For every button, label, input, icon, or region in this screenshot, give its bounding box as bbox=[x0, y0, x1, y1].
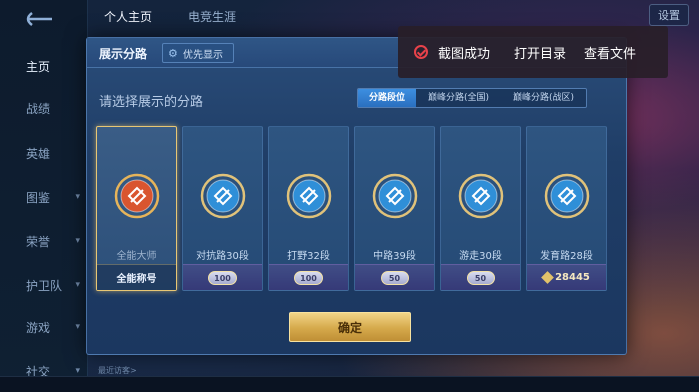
sidebar-item[interactable]: 护卫队 ▾ bbox=[0, 274, 88, 296]
rank-points-badge: 100 bbox=[294, 270, 323, 285]
lane-card-footer: 全能称号 bbox=[97, 264, 176, 290]
segment-lane-rank[interactable]: 分路段位 bbox=[358, 89, 416, 107]
sidebar-item-label: 战绩 bbox=[26, 101, 51, 116]
lane-card-footer: 100 bbox=[183, 264, 262, 290]
sidebar-item[interactable]: 荣誉 ▾ bbox=[0, 230, 88, 252]
sidebar-item-label: 英雄 bbox=[26, 146, 51, 161]
rank-points-badge: 50 bbox=[466, 270, 495, 285]
chevron-down-icon: ▾ bbox=[75, 236, 80, 246]
segment-peak-region[interactable]: 巅峰分路(战区) bbox=[501, 89, 586, 107]
lane-card-label: 打野32段 bbox=[287, 251, 330, 262]
chevron-down-icon: ▾ bbox=[75, 192, 80, 202]
lane-card-footer: 28445 bbox=[527, 264, 606, 290]
lane-cards: 全能大师 全能称号 对抗路30段 100 打野32段 100 中路39段 50 游走30段 50 发… bbox=[96, 126, 607, 291]
title-label: 全能称号 bbox=[116, 274, 157, 285]
sidebar-item-label: 图鉴 bbox=[26, 190, 51, 205]
lane-card-label: 游走30段 bbox=[459, 251, 502, 262]
chevron-down-icon: ▾ bbox=[75, 366, 80, 376]
gear-icon: ⚙ bbox=[168, 46, 178, 60]
sidebar-item[interactable]: 图鉴 ▾ bbox=[0, 186, 88, 208]
screenshot-toast: 截图成功 打开目录 查看文件 bbox=[398, 26, 668, 78]
all-round-master-badge-icon bbox=[114, 173, 160, 219]
segment-peak-national[interactable]: 巅峰分路(全国) bbox=[416, 89, 501, 107]
toast-message: 截图成功 bbox=[438, 46, 491, 62]
diamond-icon bbox=[541, 271, 554, 284]
lane-card[interactable]: 游走30段 50 bbox=[440, 126, 521, 291]
rank-points-badge: 50 bbox=[380, 270, 409, 285]
sidebar-item-label: 护卫队 bbox=[26, 278, 63, 293]
success-check-icon bbox=[414, 45, 428, 59]
lane-badge-icon bbox=[372, 173, 418, 219]
lane-card[interactable]: 打野32段 100 bbox=[268, 126, 349, 291]
lane-card[interactable]: 中路39段 50 bbox=[354, 126, 435, 291]
sidebar-item-label: 主页 bbox=[26, 59, 51, 74]
sidebar-item[interactable]: 战绩 bbox=[0, 97, 88, 119]
view-file-link[interactable]: 查看文件 bbox=[584, 43, 636, 62]
lane-card-label: 中路39段 bbox=[373, 251, 416, 262]
peak-score-value: 28445 bbox=[555, 272, 590, 283]
priority-display-button[interactable]: ⚙ 优先显示 bbox=[162, 43, 234, 63]
open-directory-link[interactable]: 打开目录 bbox=[514, 43, 566, 62]
rank-points-badge: 100 bbox=[208, 270, 237, 285]
lane-card[interactable]: 全能大师 全能称号 bbox=[96, 126, 177, 291]
sidebar-item[interactable]: 主页 bbox=[0, 55, 88, 77]
tab-personal-home[interactable]: 个人主页 bbox=[104, 8, 152, 25]
lane-card-label: 对抗路30段 bbox=[196, 251, 249, 262]
sidebar-item[interactable]: 游戏 ▾ bbox=[0, 316, 88, 338]
lane-badge-icon bbox=[200, 173, 246, 219]
settings-button[interactable]: 设置 bbox=[649, 4, 689, 26]
back-icon[interactable] bbox=[22, 10, 56, 28]
lane-card[interactable]: 对抗路30段 100 bbox=[182, 126, 263, 291]
lane-card[interactable]: 发育路28段 28445 bbox=[526, 126, 607, 291]
lane-card-label: 全能大师 bbox=[116, 251, 157, 262]
lane-card-label: 发育路28段 bbox=[540, 251, 593, 262]
bottom-bar bbox=[0, 376, 699, 392]
sidebar-item[interactable]: 英雄 bbox=[0, 142, 88, 164]
select-lane-prompt: 请选择展示的分路 bbox=[99, 95, 204, 110]
sidebar-item-label: 荣誉 bbox=[26, 234, 51, 249]
lane-card-footer: 100 bbox=[269, 264, 348, 290]
lane-badge-icon bbox=[286, 173, 332, 219]
lane-card-footer: 50 bbox=[355, 264, 434, 290]
chevron-down-icon: ▾ bbox=[75, 322, 80, 332]
sidebar-item-label: 游戏 bbox=[26, 320, 51, 335]
priority-display-label: 优先显示 bbox=[183, 49, 223, 61]
lane-badge-icon bbox=[458, 173, 504, 219]
tab-esports-career[interactable]: 电竞生涯 bbox=[188, 8, 236, 25]
peak-score: 28445 bbox=[541, 271, 590, 284]
recent-visitors-link[interactable]: 最近访客> bbox=[98, 365, 137, 376]
confirm-button[interactable]: 确定 bbox=[289, 312, 411, 342]
lane-card-footer: 50 bbox=[441, 264, 520, 290]
left-sidebar: 主页 战绩 英雄 图鉴 ▾ 荣誉 ▾ 护卫队 ▾ 游戏 ▾ 社交 ▾ bbox=[0, 0, 88, 392]
chevron-down-icon: ▾ bbox=[75, 280, 80, 290]
lane-display-modal: 展示分路 ⚙ 优先显示 请选择展示的分路 分路段位 巅峰分路(全国) 巅峰分路(… bbox=[86, 37, 627, 355]
modal-title: 展示分路 bbox=[99, 47, 148, 61]
lane-type-segmented-control: 分路段位 巅峰分路(全国) 巅峰分路(战区) bbox=[357, 88, 587, 108]
lane-badge-icon bbox=[544, 173, 590, 219]
